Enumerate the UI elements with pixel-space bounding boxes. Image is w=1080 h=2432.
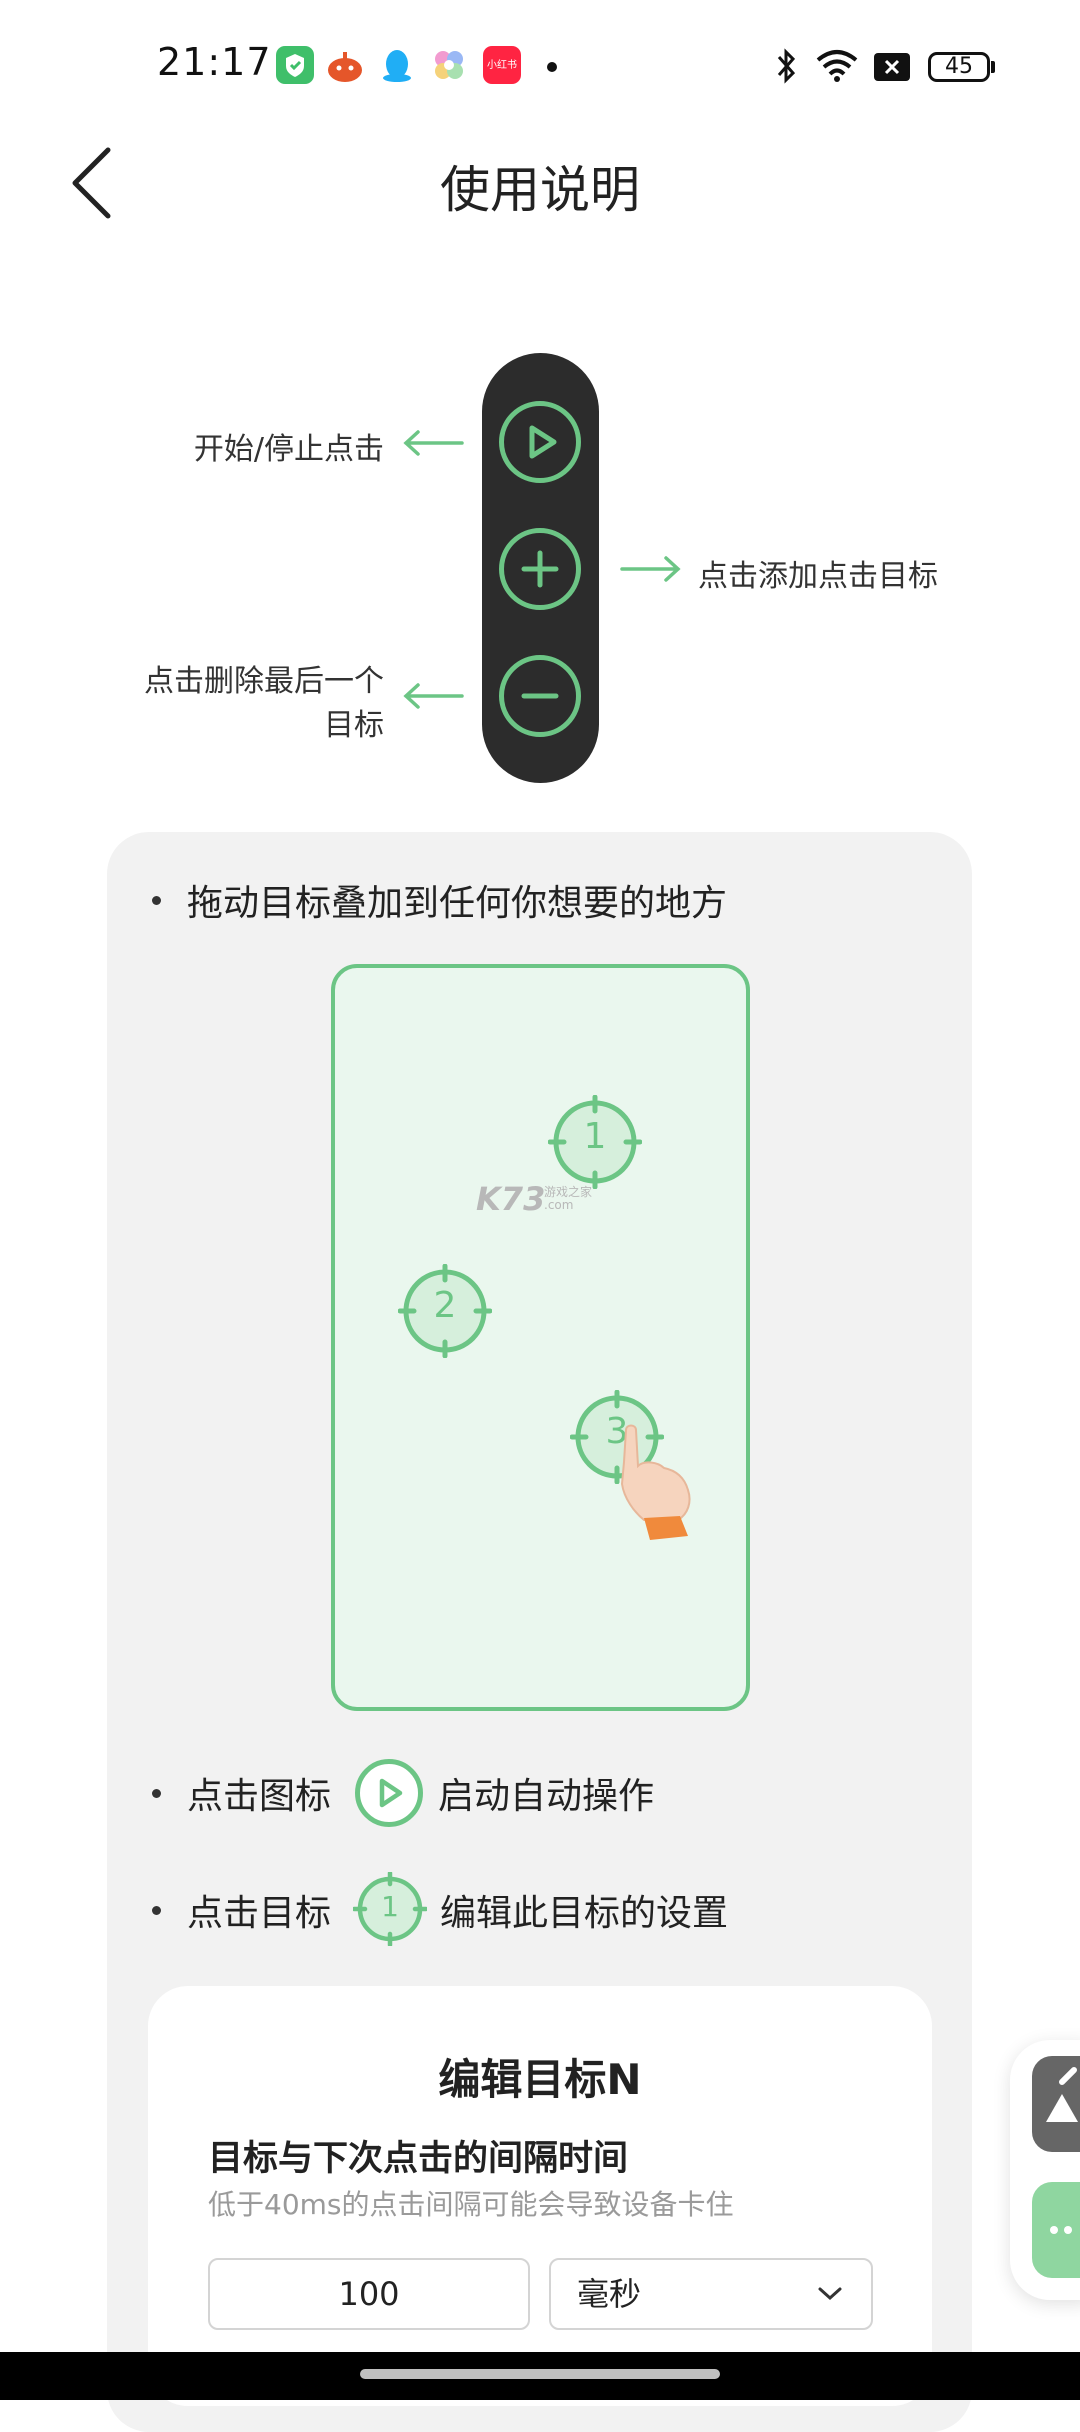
floating-chat-button[interactable] bbox=[1032, 2182, 1080, 2278]
instruction-tap-icon-suffix: 启动自动操作 bbox=[438, 1776, 655, 1817]
annotation-remove-line2: 目标 bbox=[324, 708, 384, 743]
target-2-label: 2 bbox=[433, 1285, 457, 1326]
pointing-hand-icon bbox=[620, 1424, 691, 1540]
phone-demo-illustration bbox=[331, 964, 750, 1711]
arrow-right-icon bbox=[620, 556, 681, 582]
bullet-dot bbox=[152, 1906, 161, 1915]
arrow-left-icon bbox=[403, 683, 464, 709]
wifi-icon bbox=[814, 48, 860, 88]
play-icon bbox=[355, 1759, 423, 1827]
home-gesture-handle[interactable] bbox=[360, 2369, 720, 2379]
watermark-logo: K73 bbox=[476, 1180, 546, 1218]
target-badge-label: 1 bbox=[381, 1890, 399, 1923]
xiaohongshu-label: 小红书 bbox=[487, 60, 517, 71]
interval-input[interactable]: 100 bbox=[208, 2258, 530, 2330]
page-title: 使用说明 bbox=[440, 161, 640, 219]
status-time: 21:17 bbox=[157, 40, 272, 84]
qq-app-icon bbox=[378, 46, 416, 84]
more-dots-icon bbox=[1050, 2226, 1072, 2234]
notification-dot bbox=[547, 62, 557, 72]
instruction-tap-target-suffix: 编辑此目标的设置 bbox=[440, 1893, 729, 1934]
no-sim-icon bbox=[874, 53, 910, 85]
instruction-drag: 拖动目标叠加到任何你想要的地方 bbox=[187, 883, 728, 924]
watermark-sub: 游戏之家 .com bbox=[544, 1186, 592, 1212]
bullet-dot bbox=[152, 1789, 161, 1798]
edit-target-title: 编辑目标N bbox=[438, 2055, 642, 2104]
flower-app-icon bbox=[430, 46, 468, 84]
taobao-app-icon bbox=[326, 46, 364, 84]
unit-select[interactable]: 毫秒 bbox=[549, 2258, 873, 2330]
interval-hint: 低于40ms的点击间隔可能会导致设备卡住 bbox=[208, 2188, 734, 2221]
xiaohongshu-app-icon: 小红书 bbox=[483, 46, 521, 84]
shield-app-icon bbox=[276, 46, 314, 84]
chevron-down-icon bbox=[818, 2287, 842, 2301]
annotation-play: 开始/停止点击 bbox=[193, 432, 384, 467]
annotation-remove-line1: 点击删除最后一个 bbox=[144, 664, 384, 699]
arrow-left-icon bbox=[403, 430, 464, 456]
watermark-sub-line2: .com bbox=[544, 1198, 574, 1212]
minus-icon bbox=[499, 655, 581, 737]
bullet-dot bbox=[152, 896, 161, 905]
play-icon bbox=[499, 401, 581, 483]
battery-tip bbox=[991, 61, 995, 73]
unit-select-value: 毫秒 bbox=[577, 2275, 642, 2313]
annotation-add: 点击添加点击目标 bbox=[698, 559, 938, 594]
tool-icon bbox=[1046, 2067, 1078, 2122]
target-1-label: 1 bbox=[583, 1116, 607, 1157]
interval-label: 目标与下次点击的间隔时间 bbox=[208, 2139, 629, 2179]
floating-tool-button[interactable] bbox=[1032, 2056, 1080, 2152]
instruction-tap-target-prefix: 点击目标 bbox=[187, 1893, 332, 1934]
battery-icon: 45 bbox=[928, 52, 990, 82]
instruction-tap-icon-prefix: 点击图标 bbox=[187, 1776, 332, 1817]
bluetooth-icon bbox=[772, 46, 800, 90]
plus-icon bbox=[499, 528, 581, 610]
